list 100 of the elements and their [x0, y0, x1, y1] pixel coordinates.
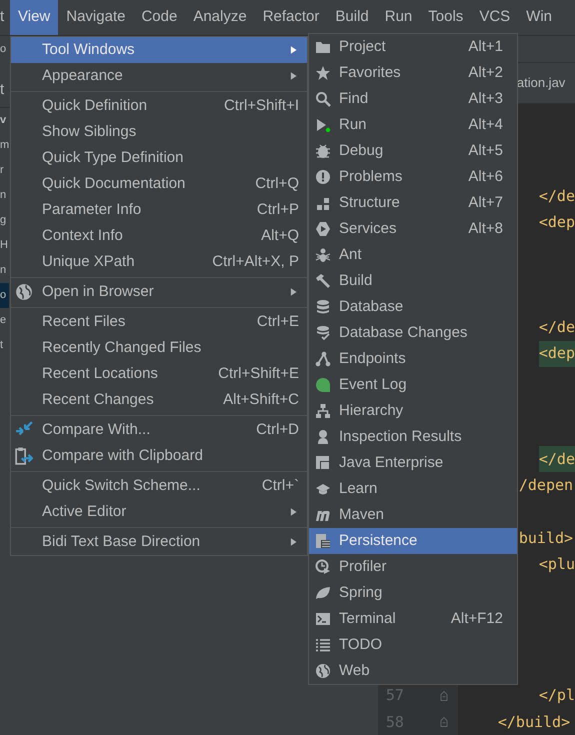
shortcut-text: Alt+Shift+C — [223, 390, 299, 410]
menu-item-label: Terminal — [339, 608, 397, 629]
menu-item[interactable]: Compare with Clipboard — [11, 443, 307, 469]
shortcut-text: Alt+6 — [468, 166, 503, 187]
menu-item[interactable]: Show Siblings — [11, 119, 307, 145]
menu-item[interactable]: Terminal Alt+F12 — [309, 606, 517, 632]
menu-item-label: Recently Changed Files — [42, 338, 202, 358]
menu-bar-item[interactable]: Analyze — [185, 0, 255, 35]
tree-item[interactable]: e — [0, 308, 9, 333]
menu-bar-item[interactable]: Navigate — [58, 0, 134, 35]
menu-item[interactable]: Profiler — [309, 554, 517, 580]
shortcut-text: Alt+Q — [261, 226, 299, 246]
tree-item[interactable]: n — [0, 183, 9, 208]
tree-item[interactable]: r — [0, 158, 9, 183]
menu-item[interactable]: Java Enterprise — [309, 450, 517, 476]
menu-item[interactable]: Recently Changed Files — [11, 335, 307, 361]
menu-item[interactable]: Web — [309, 658, 517, 684]
menu-item[interactable]: Quick Definition Ctrl+Shift+I — [11, 93, 307, 119]
menu-item[interactable]: Inspection Results — [309, 424, 517, 450]
menu-item-label: Spring — [339, 582, 384, 603]
exclamation-icon — [315, 169, 331, 185]
shortcut-text: Ctrl+Shift+I — [224, 96, 299, 116]
submenu-arrow-icon — [289, 287, 299, 297]
menu-item[interactable]: Quick Documentation Ctrl+Q — [11, 171, 307, 197]
menu-item-label: Maven — [339, 504, 386, 525]
menu-bar-item[interactable]: Refactor — [254, 0, 328, 35]
menu-item[interactable]: Run Alt+4 — [309, 112, 517, 138]
menu-item[interactable]: Recent Changes Alt+Shift+C — [11, 387, 307, 413]
menu-item-label: Build — [339, 270, 374, 291]
menu-item-label: Context Info — [42, 226, 124, 246]
tree-item[interactable]: g — [0, 208, 9, 233]
menu-item[interactable]: Tool Windows — [11, 37, 307, 63]
menu-item[interactable]: Database — [309, 294, 517, 320]
menu-bar-item[interactable]: Win — [518, 0, 560, 35]
menu-item[interactable]: Event Log — [309, 372, 517, 398]
fold-marker-icon — [438, 714, 450, 729]
menu-item[interactable]: Recent Files Ctrl+E — [11, 309, 307, 335]
menu-item[interactable]: Debug Alt+5 — [309, 138, 517, 164]
clock-play-icon — [315, 559, 331, 575]
shortcut-text: Ctrl+Q — [255, 174, 299, 194]
menu-item[interactable]: Context Info Alt+Q — [11, 223, 307, 249]
menu-item[interactable]: Maven — [309, 502, 517, 528]
tab-fragment: t — [0, 80, 4, 100]
menu-item[interactable]: Ant — [309, 242, 517, 268]
menu-item-label: Debug — [339, 140, 384, 161]
menu-bar-item[interactable]: Tools — [420, 0, 472, 35]
menu-item[interactable]: Problems Alt+6 — [309, 164, 517, 190]
bug-icon — [315, 143, 331, 159]
shortcut-text: Alt+4 — [468, 114, 503, 135]
menu-item-label: Recent Changes — [42, 390, 155, 410]
menu-item[interactable]: Quick Switch Scheme... Ctrl+` — [11, 473, 307, 499]
submenu-arrow-icon — [289, 71, 299, 81]
menu-item-label: Structure — [339, 192, 401, 213]
tree-item[interactable]: H — [0, 233, 9, 258]
shortcut-text: Ctrl+Shift+E — [218, 364, 299, 384]
menu-item-label: Services — [339, 218, 398, 239]
menu-item[interactable]: Hierarchy — [309, 398, 517, 424]
menu-item[interactable]: Favorites Alt+2 — [309, 60, 517, 86]
menu-item[interactable]: Active Editor — [11, 499, 307, 525]
tree-item[interactable]: t — [0, 333, 9, 358]
menu-bar-item[interactable]: Build — [327, 0, 377, 35]
menu-item[interactable]: Find Alt+3 — [309, 86, 517, 112]
tree-item[interactable]: m — [0, 133, 9, 158]
menu-item[interactable]: Bidi Text Base Direction — [11, 529, 307, 555]
menu-bar-item[interactable]: Code — [133, 0, 186, 35]
toolbar-fragment: o — [0, 42, 6, 57]
folder-icon — [315, 39, 331, 55]
menu-item[interactable]: Project Alt+1 — [309, 34, 517, 60]
menu-bar-item[interactable]: VCS — [471, 0, 518, 35]
menu-item-label: Quick Type Definition — [42, 148, 184, 168]
tree-item[interactable]: o — [0, 283, 9, 308]
menu-item-label: Show Siblings — [42, 122, 138, 142]
menu-item[interactable]: Structure Alt+7 — [309, 190, 517, 216]
menu-item-label: Endpoints — [339, 348, 407, 369]
menu-item-label: Web — [339, 660, 371, 681]
menu-item[interactable]: Parameter Info Ctrl+P — [11, 197, 307, 223]
menu-item[interactable]: Open in Browser — [11, 279, 307, 305]
menu-item[interactable]: Endpoints — [309, 346, 517, 372]
menu-item[interactable]: Recent Locations Ctrl+Shift+E — [11, 361, 307, 387]
menu-item[interactable]: Appearance — [11, 63, 307, 89]
tree-item[interactable]: v — [0, 108, 9, 133]
menu-item-label: TODO — [339, 634, 384, 655]
menu-item[interactable]: Build — [309, 268, 517, 294]
menu-bar-fragment: t — [0, 7, 6, 28]
menu-item[interactable]: Persistence — [309, 528, 517, 554]
editor-tab[interactable]: ation.jav — [516, 72, 566, 92]
blocks-icon — [315, 195, 331, 211]
menu-item[interactable]: Unique XPath Ctrl+Alt+X, P — [11, 249, 307, 275]
tree-item[interactable]: n — [0, 258, 9, 283]
menu-item[interactable]: Learn — [309, 476, 517, 502]
menu-item[interactable]: Spring — [309, 580, 517, 606]
shortcut-text: Alt+2 — [468, 62, 503, 83]
menu-bar-item[interactable]: Run — [376, 0, 420, 35]
menu-item[interactable]: Database Changes — [309, 320, 517, 346]
menu-item[interactable]: Services Alt+8 — [309, 216, 517, 242]
document-list-icon — [315, 533, 331, 549]
menu-item[interactable]: Compare With... Ctrl+D — [11, 417, 307, 443]
menu-bar-item[interactable]: View — [10, 0, 58, 35]
menu-item[interactable]: TODO — [309, 632, 517, 658]
menu-item[interactable]: Quick Type Definition — [11, 145, 307, 171]
